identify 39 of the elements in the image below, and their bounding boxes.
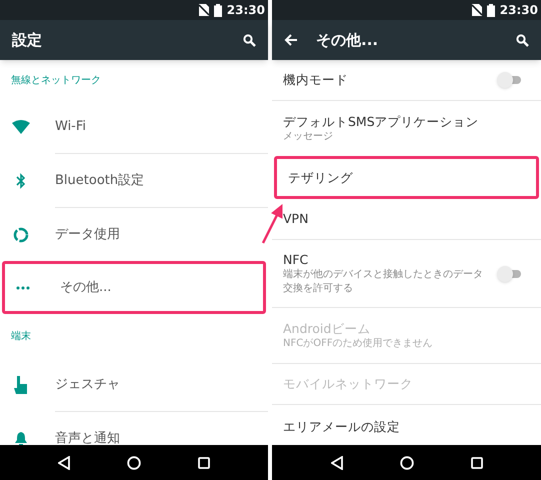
no-sim-icon bbox=[472, 4, 482, 16]
settings-item[interactable]: NFC 端末が他のデバイスと接触したときのデータ交換を許可する bbox=[272, 240, 541, 307]
settings-item[interactable]: 機内モード bbox=[272, 60, 541, 100]
battery-icon bbox=[214, 4, 222, 16]
bell-icon bbox=[14, 432, 28, 445]
settings-item[interactable]: テザリング bbox=[274, 156, 539, 199]
bluetooth-icon bbox=[16, 172, 26, 188]
settings-item[interactable]: Wi-Fi bbox=[0, 100, 268, 153]
toolbar-title: 設定 bbox=[12, 30, 43, 51]
settings-item[interactable]: ジェスチャ bbox=[0, 358, 268, 411]
toggle-switch[interactable] bbox=[497, 72, 523, 88]
recents-icon[interactable] bbox=[470, 456, 482, 468]
home-icon[interactable] bbox=[400, 456, 414, 470]
search-icon[interactable] bbox=[243, 34, 256, 46]
no-sim-icon bbox=[198, 4, 209, 16]
recents-icon[interactable] bbox=[198, 456, 210, 468]
toggle-switch[interactable] bbox=[497, 266, 523, 282]
settings-item[interactable]: 音声と通知 bbox=[0, 412, 268, 445]
settings-item[interactable]: その他... bbox=[2, 261, 266, 314]
more-icon bbox=[16, 286, 30, 290]
settings-item[interactable]: エリアメールの設定 bbox=[272, 405, 541, 445]
home-icon[interactable] bbox=[126, 456, 141, 470]
settings-item[interactable]: Bluetooth設定 bbox=[0, 154, 268, 207]
section-header: 無線とネットワーク bbox=[11, 74, 101, 88]
clock: 23:30 bbox=[500, 2, 538, 19]
battery-icon bbox=[486, 4, 495, 16]
data-usage-icon bbox=[12, 226, 28, 242]
settings-item[interactable]: VPN bbox=[272, 199, 541, 239]
settings-item[interactable]: デフォルトSMSアプリケーション メッセージ bbox=[272, 101, 541, 156]
toolbar-title: その他... bbox=[316, 30, 380, 51]
clock: 23:30 bbox=[226, 2, 265, 19]
back-icon[interactable] bbox=[58, 456, 70, 470]
settings-item[interactable]: データ使用 bbox=[0, 208, 268, 261]
wifi-icon bbox=[12, 120, 30, 134]
back-icon[interactable] bbox=[330, 456, 342, 470]
back-arrow-icon[interactable] bbox=[284, 34, 298, 46]
section-header: 端末 bbox=[11, 330, 31, 344]
hand-icon bbox=[14, 376, 28, 394]
search-icon[interactable] bbox=[516, 34, 529, 46]
